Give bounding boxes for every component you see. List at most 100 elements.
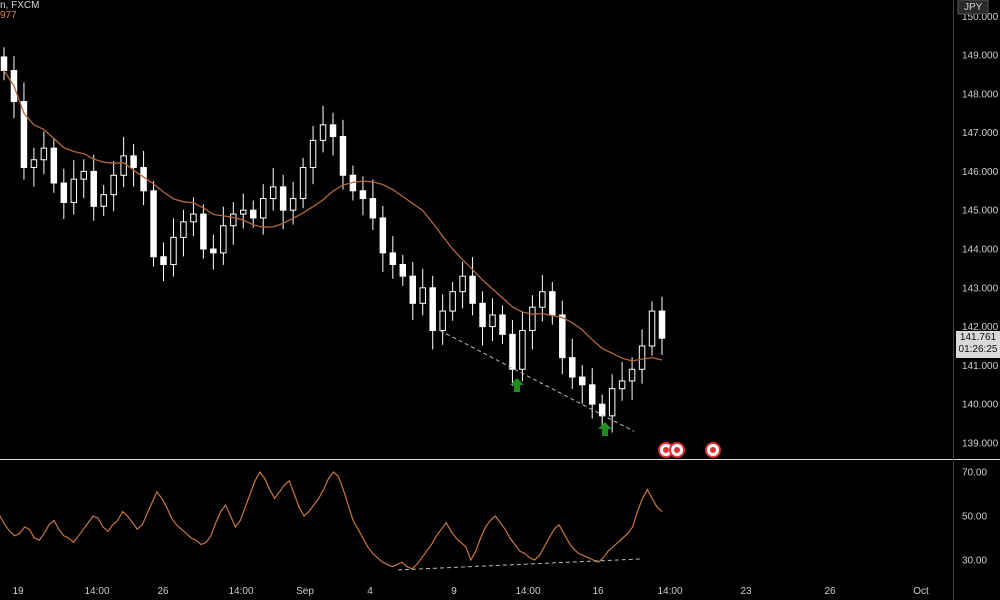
candle-body: [250, 209, 257, 219]
candle-body: [269, 186, 277, 200]
time-axis-tick: 14:00: [228, 586, 253, 597]
candle-body: [489, 314, 496, 328]
price-axis-tick: 144.000: [962, 245, 999, 256]
candle-body: [608, 388, 616, 417]
candle-body: [160, 256, 167, 266]
price-axis-tick: 141.000: [962, 361, 999, 372]
candle-body: [30, 159, 38, 169]
candle-body: [220, 225, 227, 254]
event-flag-icon-dot: [674, 447, 680, 453]
candle-body: [359, 190, 367, 200]
price-axis-tick: 143.000: [962, 283, 999, 294]
candle-body: [419, 287, 426, 304]
price-axis-tick: 140.000: [962, 400, 999, 411]
dashed-trendline: [439, 330, 635, 432]
oscillator-axis-tick: 70.00: [962, 468, 987, 479]
candle-body: [309, 139, 317, 169]
time-axis-tick: Oct: [913, 586, 929, 597]
event-flag-icon-dot: [663, 447, 669, 453]
candle-body: [429, 287, 436, 331]
candle-body: [40, 147, 48, 161]
candle-body: [519, 329, 526, 370]
price-axis-tick: 149.000: [962, 51, 999, 62]
axes: 149.000 148.000 147.000 146.000 145.000 144.0…: [12, 0, 999, 597]
time-axis-tick: 9: [451, 586, 457, 597]
candle-body: [529, 306, 536, 331]
candle-body: [648, 310, 656, 347]
candle-body: [130, 155, 137, 169]
price-pane: [0, 47, 721, 458]
candle-body: [559, 314, 566, 359]
price-axis-tick: 145.000: [962, 206, 999, 217]
candle-body: [90, 170, 97, 207]
candle-body: [399, 264, 407, 277]
candle-body: [120, 155, 127, 176]
time-axis-tick: 23: [740, 586, 752, 597]
candle-body: [259, 198, 267, 219]
oscillator-axis-tick: 50.00: [962, 512, 987, 523]
event-flag-icon-dot: [710, 447, 716, 453]
candle-body: [369, 198, 377, 219]
time-axis-tick: 4: [367, 586, 373, 597]
candle-body: [618, 380, 626, 390]
current-price-box: 141.761 01:26:25: [956, 331, 1000, 358]
candle-body: [190, 213, 197, 223]
candle-body: [549, 291, 556, 316]
candle-body: [110, 174, 117, 196]
current-price-label: 141.761: [959, 332, 997, 343]
candle-body: [389, 252, 397, 266]
time-axis-tick: 14:00: [84, 586, 109, 597]
candle-body: [509, 333, 516, 370]
candle-body: [289, 198, 297, 211]
candle-body: [379, 217, 387, 254]
time-axis-tick: 16: [592, 586, 604, 597]
candle-body: [200, 213, 207, 250]
candle-body: [439, 310, 446, 331]
oscillator-line: [0, 470, 663, 570]
candle-body: [60, 182, 68, 203]
oscillator-pane: [0, 470, 663, 571]
candle-body: [70, 178, 78, 203]
time-axis-tick: 19: [12, 586, 24, 597]
candle-body: [539, 291, 546, 308]
candle-body: [319, 124, 327, 141]
time-axis-tick: 26: [157, 586, 169, 597]
price-axis-tick: 148.000: [962, 89, 999, 100]
price-axis-tick: 139.000: [962, 439, 999, 450]
candle-body: [0, 56, 8, 72]
candle-body: [299, 167, 307, 200]
oscillator-axis-tick: 30.00: [962, 556, 987, 567]
candle-body: [50, 147, 58, 184]
candle-body: [569, 357, 576, 378]
candle-body: [80, 170, 87, 180]
candle-body: [658, 310, 666, 339]
candle-body: [579, 376, 586, 386]
candle-body: [459, 275, 466, 293]
candle-body: [638, 345, 646, 370]
countdown-label: 01:26:25: [958, 344, 998, 355]
arrow-up-icon: [598, 422, 612, 436]
oscillator-dashed-trendline: [397, 558, 643, 571]
candle-body: [100, 194, 107, 207]
candle-body: [628, 368, 636, 382]
candle-body: [210, 248, 217, 254]
chart-canvas: 149.000 148.000 147.000 146.000 145.000 144.0…: [0, 0, 1000, 600]
candle-body: [449, 291, 456, 312]
moving-average-value: 977: [0, 10, 17, 21]
currency-badge: JPY: [964, 2, 983, 13]
candle-body: [588, 384, 596, 405]
candle-body: [279, 186, 287, 211]
price-axis-tick: 147.000: [962, 128, 999, 139]
candle-body: [479, 302, 486, 328]
time-axis-tick: 14:00: [657, 586, 682, 597]
candle-body: [180, 221, 187, 238]
time-axis-tick: Sep: [296, 586, 314, 597]
candle-body: [240, 209, 247, 215]
candle-body: [409, 275, 416, 304]
candle-body: [339, 135, 347, 176]
candle-body: [499, 314, 506, 335]
candle-body: [469, 275, 476, 304]
chart-overlay: [0, 0, 1000, 600]
candle-body: [170, 236, 177, 266]
candle-body: [230, 213, 237, 227]
